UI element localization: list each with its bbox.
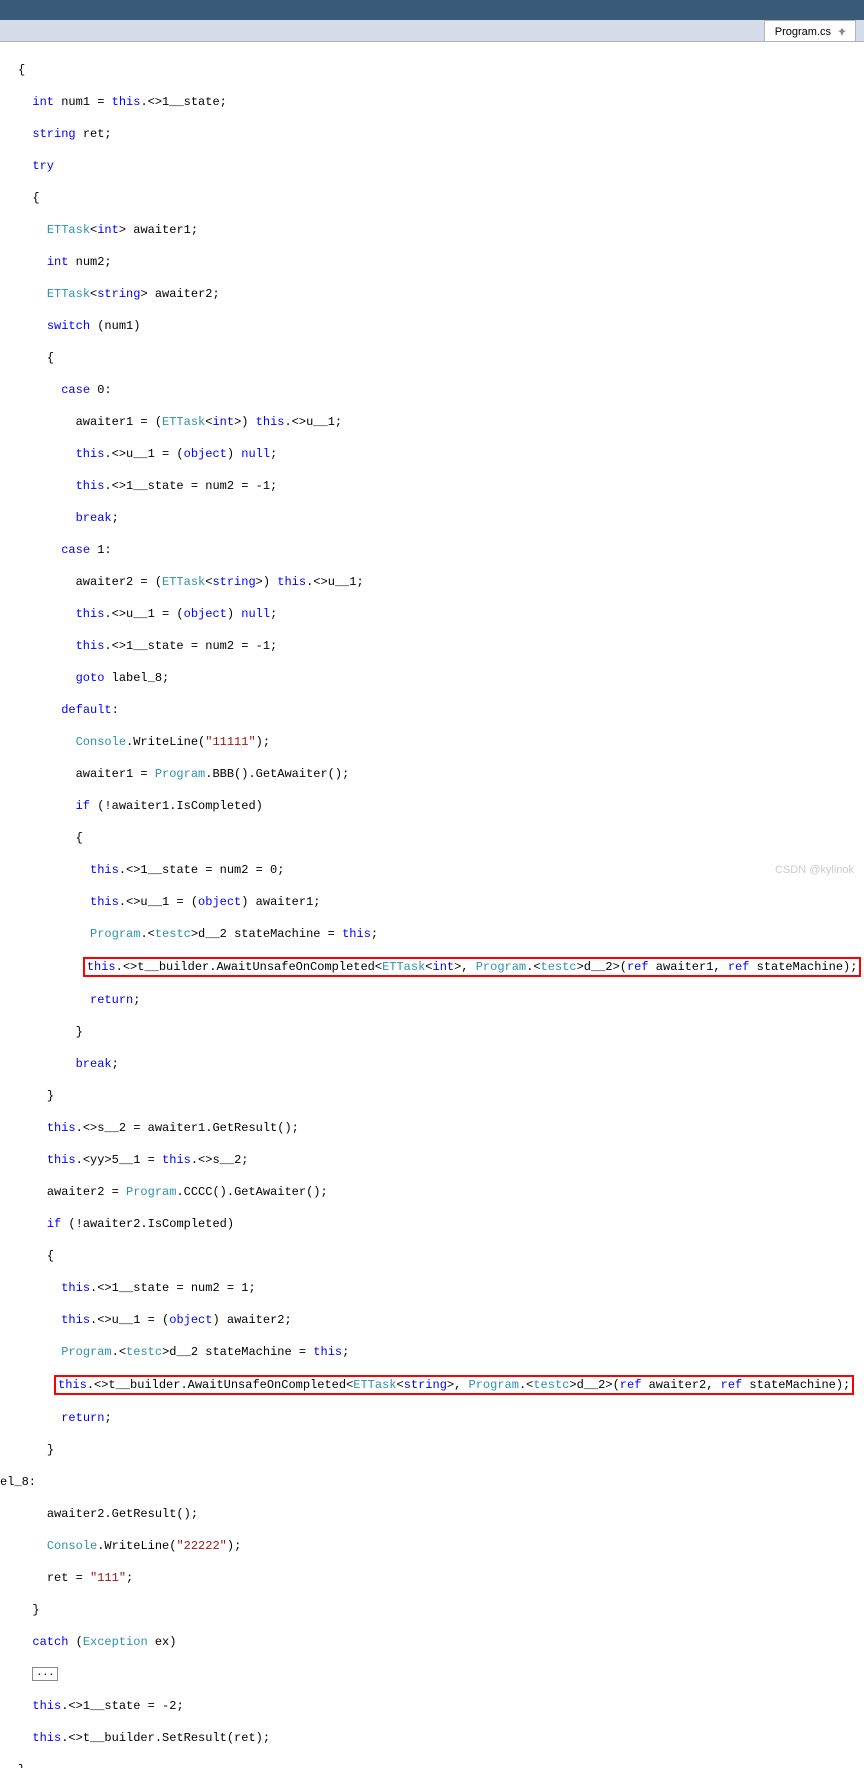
code-line: this.<>u__1 = (object) awaiter2; — [18, 1312, 864, 1328]
code-line: ... — [18, 1666, 864, 1682]
code-line: this.<>u__1 = (object) null; — [18, 606, 864, 622]
code-line: } — [18, 1762, 864, 1768]
code-line: { — [18, 1248, 864, 1264]
code-line: default: — [18, 702, 864, 718]
code-line: { — [18, 350, 864, 366]
code-line: this.<>t__builder.AwaitUnsafeOnCompleted… — [18, 958, 864, 976]
code-line: ETTask<string> awaiter2; — [18, 286, 864, 302]
code-line: this.<>t__builder.AwaitUnsafeOnCompleted… — [18, 1376, 864, 1394]
code-line: break; — [18, 1056, 864, 1072]
tab-strip: Program.cs — [0, 20, 864, 42]
code-line: this.<>u__1 = (object) null; — [18, 446, 864, 462]
code-line: int num1 = this.<>1__state; — [18, 94, 864, 110]
pin-icon[interactable] — [837, 27, 847, 37]
file-tab[interactable]: Program.cs — [764, 20, 856, 41]
code-line: awaiter2 = (ETTask<string>) this.<>u__1; — [18, 574, 864, 590]
highlight-box-1: this.<>t__builder.AwaitUnsafeOnCompleted… — [83, 957, 862, 977]
code-line: Console.WriteLine("11111"); — [18, 734, 864, 750]
code-line: this.<>s__2 = awaiter1.GetResult(); — [18, 1120, 864, 1136]
code-line: } — [18, 1088, 864, 1104]
code-line: case 0: — [18, 382, 864, 398]
window-titlebar — [0, 0, 864, 20]
code-line: Console.WriteLine("22222"); — [18, 1538, 864, 1554]
code-editor[interactable]: { int num1 = this.<>1__state; string ret… — [0, 42, 864, 1768]
code-line: return; — [18, 992, 864, 1008]
code-line: ETTask<int> awaiter1; — [18, 222, 864, 238]
code-line: this.<>t__builder.SetResult(ret); — [18, 1730, 864, 1746]
code-line: awaiter1 = Program.BBB().GetAwaiter(); — [18, 766, 864, 782]
code-line: { — [18, 830, 864, 846]
code-line: this.<>1__state = -2; — [18, 1698, 864, 1714]
code-line: this.<>1__state = num2 = 0; — [18, 862, 864, 878]
code-line: awaiter2.GetResult(); — [18, 1506, 864, 1522]
watermark: CSDN @kylinok — [775, 864, 854, 876]
code-line: int num2; — [18, 254, 864, 270]
code-line: awaiter1 = (ETTask<int>) this.<>u__1; — [18, 414, 864, 430]
code-line: if (!awaiter1.IsCompleted) — [18, 798, 864, 814]
code-line: this.<>1__state = num2 = -1; — [18, 638, 864, 654]
code-line: this.<yy>5__1 = this.<>s__2; — [18, 1152, 864, 1168]
code-line: case 1: — [18, 542, 864, 558]
code-line: return; — [18, 1410, 864, 1426]
code-line: } — [18, 1602, 864, 1618]
code-line: string ret; — [18, 126, 864, 142]
code-line: this.<>u__1 = (object) awaiter1; — [18, 894, 864, 910]
code-line: Program.<testc>d__2 stateMachine = this; — [18, 926, 864, 942]
tab-filename: Program.cs — [775, 26, 831, 38]
code-line: try — [18, 158, 864, 174]
code-line: this.<>1__state = num2 = 1; — [18, 1280, 864, 1296]
code-line: } — [18, 1442, 864, 1458]
highlight-box-2: this.<>t__builder.AwaitUnsafeOnCompleted… — [54, 1375, 854, 1395]
code-line: Program.<testc>d__2 stateMachine = this; — [18, 1344, 864, 1360]
code-line: break; — [18, 510, 864, 526]
code-line: switch (num1) — [18, 318, 864, 334]
code-label: el_8: — [0, 1474, 864, 1490]
fold-icon[interactable]: ... — [32, 1667, 58, 1681]
code-line: { — [18, 190, 864, 206]
code-line: goto label_8; — [18, 670, 864, 686]
code-line: if (!awaiter2.IsCompleted) — [18, 1216, 864, 1232]
code-line: } — [18, 1024, 864, 1040]
code-line: catch (Exception ex) — [18, 1634, 864, 1650]
code-line: { — [18, 62, 864, 78]
code-line: ret = "111"; — [18, 1570, 864, 1586]
code-line: awaiter2 = Program.CCCC().GetAwaiter(); — [18, 1184, 864, 1200]
code-line: this.<>1__state = num2 = -1; — [18, 478, 864, 494]
